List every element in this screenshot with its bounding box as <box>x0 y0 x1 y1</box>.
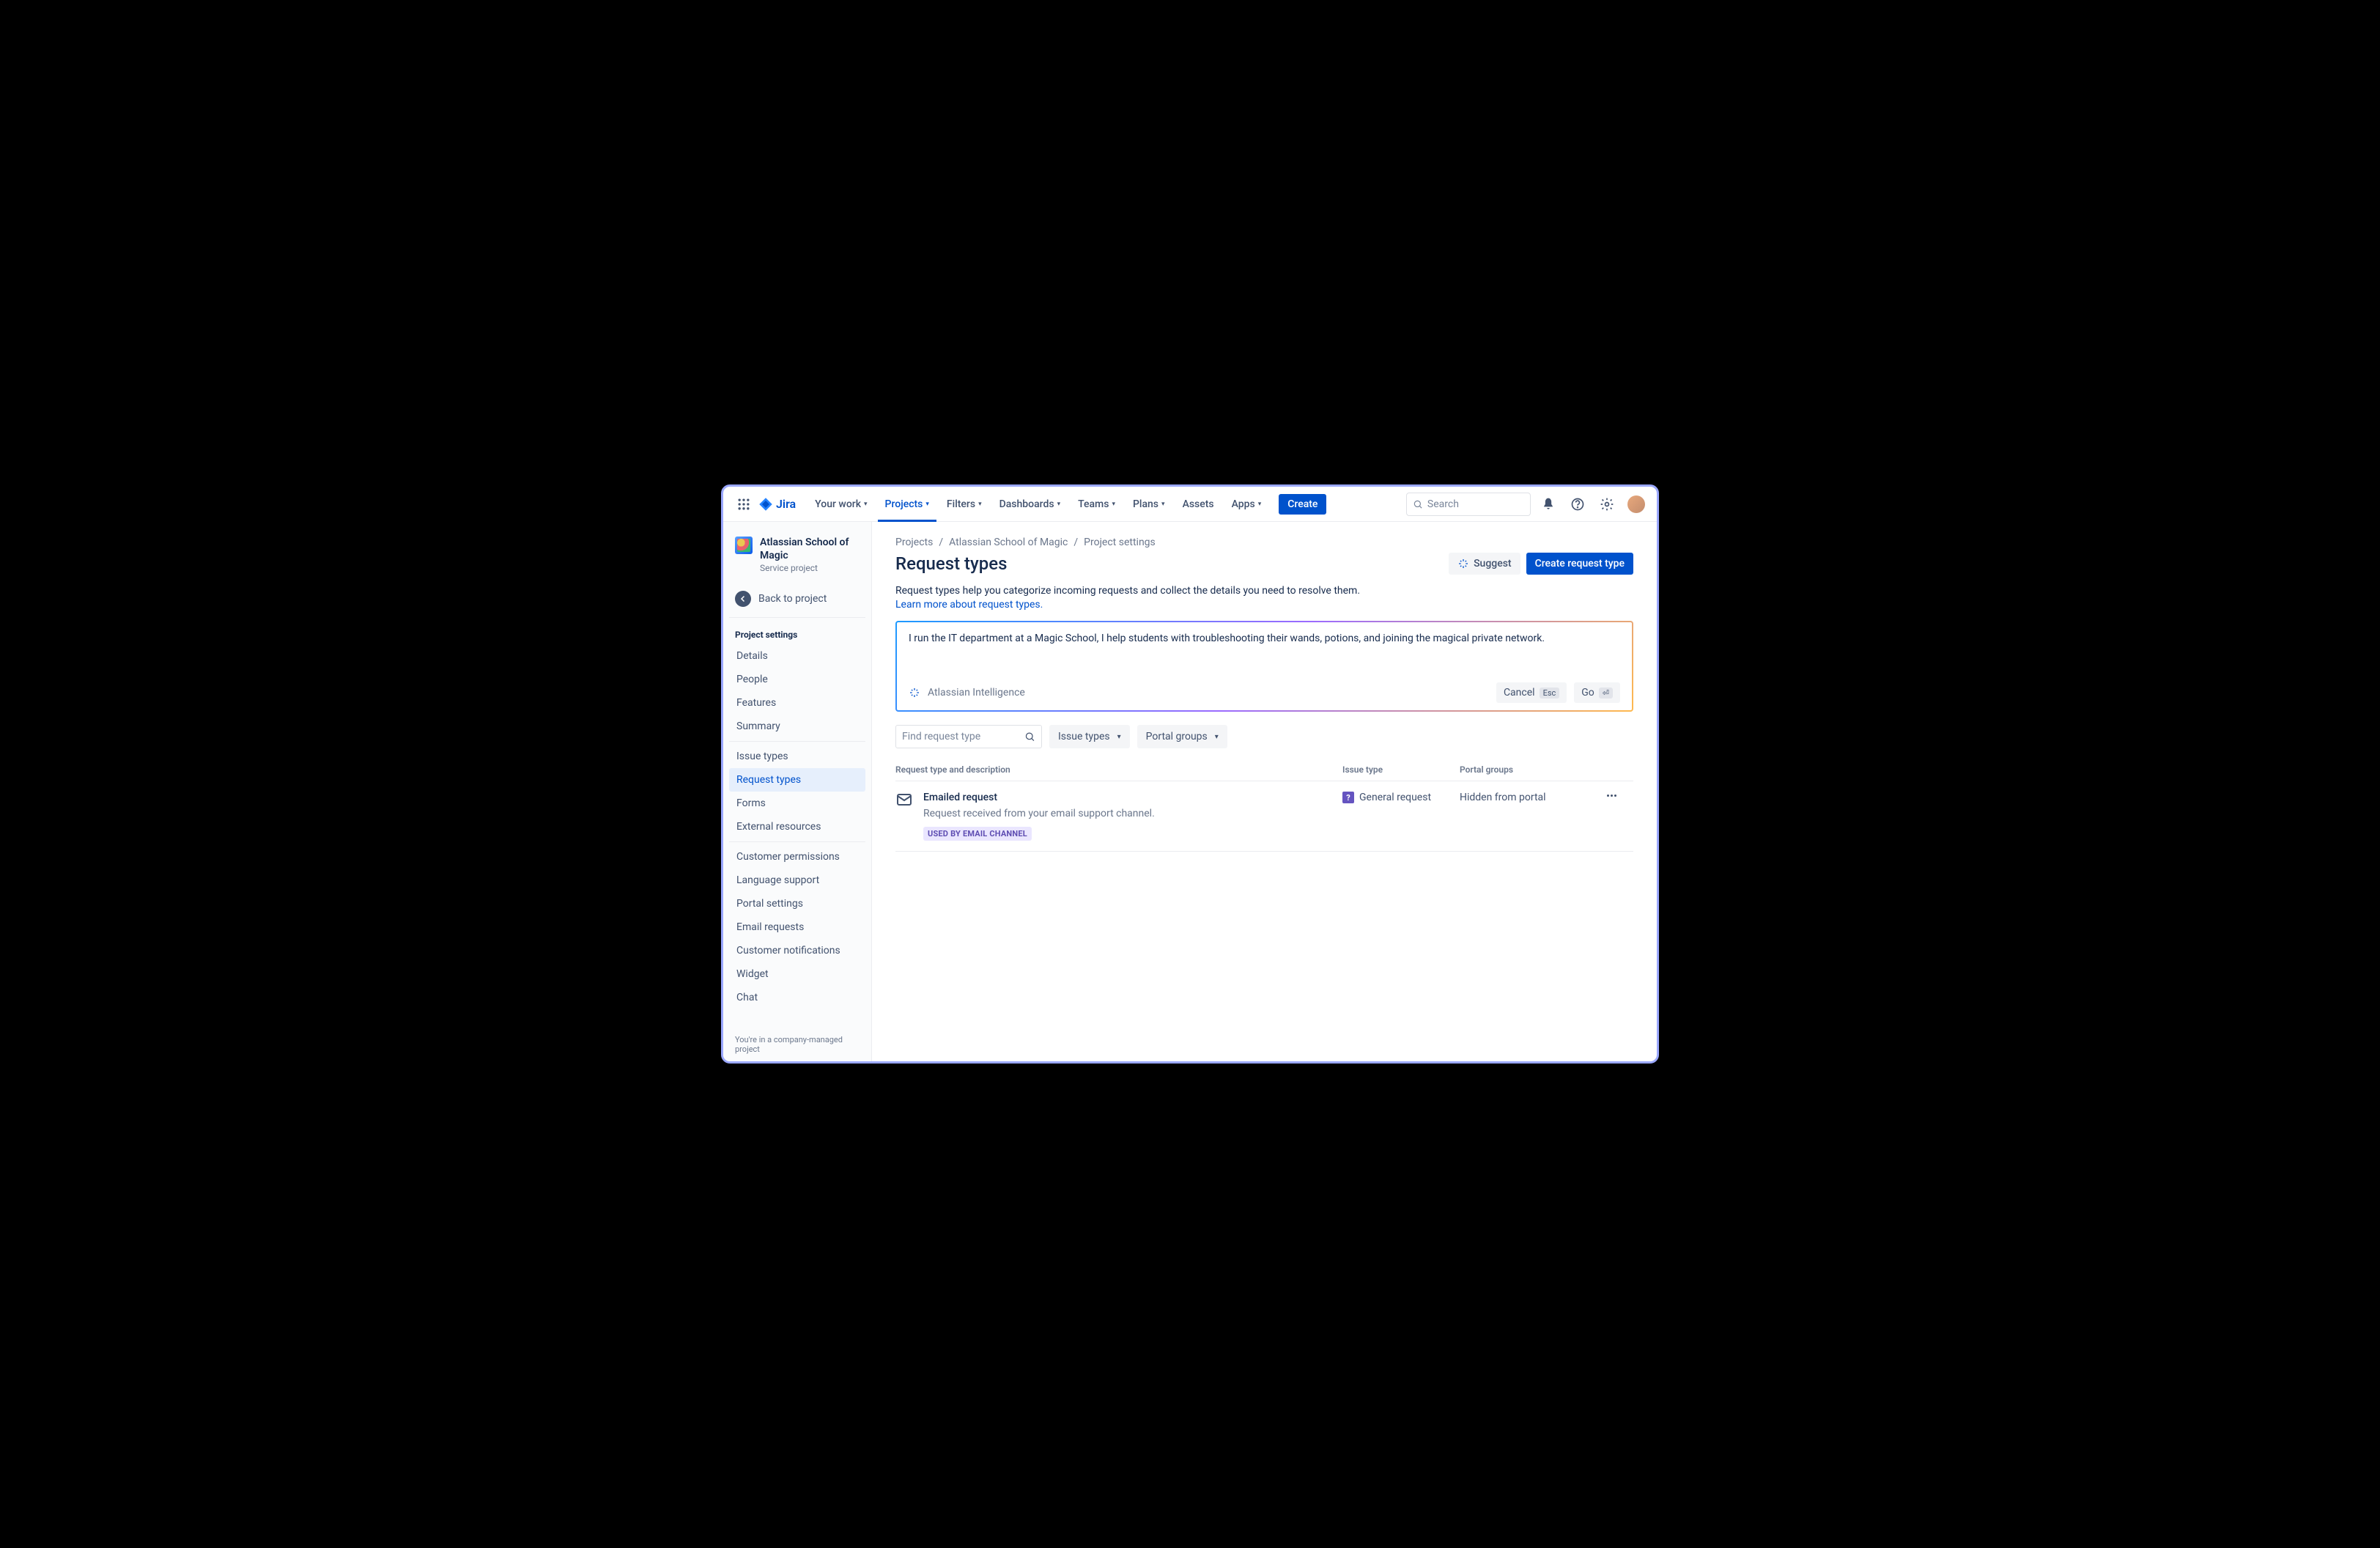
table-row[interactable]: Emailed request Request received from yo… <box>895 781 1633 852</box>
ai-sparkle-icon <box>909 687 920 699</box>
brand-text: Jira <box>776 497 796 511</box>
sidebar-item-external-resources[interactable]: External resources <box>729 815 865 838</box>
sidebar-item-chat[interactable]: Chat <box>729 986 865 1009</box>
crumb-projects[interactable]: Projects <box>895 537 933 548</box>
sidebar-item-request-types[interactable]: Request types <box>729 768 865 792</box>
suggest-button[interactable]: Suggest <box>1449 553 1520 575</box>
settings-icon[interactable] <box>1595 493 1619 516</box>
search-input[interactable] <box>1427 498 1524 510</box>
sidebar-item-widget[interactable]: Widget <box>729 962 865 986</box>
create-button[interactable]: Create <box>1279 494 1326 515</box>
project-subtitle: Service project <box>760 563 860 573</box>
nav-teams[interactable]: Teams▾ <box>1071 487 1123 522</box>
user-avatar[interactable] <box>1627 495 1645 513</box>
email-icon <box>895 791 913 808</box>
sidebar-item-details[interactable]: Details <box>729 644 865 668</box>
global-search[interactable] <box>1406 493 1531 516</box>
main-content: Projects / Atlassian School of Magic / P… <box>872 522 1657 1061</box>
ai-go-button[interactable]: Go⏎ <box>1574 682 1620 703</box>
search-icon <box>1024 731 1035 742</box>
project-icon <box>735 537 753 554</box>
th-portal-groups: Portal groups <box>1460 764 1604 775</box>
jira-logo[interactable]: Jira <box>758 497 796 512</box>
page-description: Request types help you categorize incomi… <box>895 585 1633 597</box>
portal-group-value: Hidden from portal <box>1460 792 1604 803</box>
th-issue-type: Issue type <box>1342 764 1460 775</box>
project-header[interactable]: Atlassian School of Magic Service projec… <box>729 534 865 579</box>
sidebar-item-people[interactable]: People <box>729 668 865 691</box>
notifications-icon[interactable] <box>1537 493 1560 516</box>
top-nav: Jira Your work▾ Projects▾ Filters▾ Dashb… <box>723 487 1657 522</box>
sidebar-item-language-support[interactable]: Language support <box>729 869 865 892</box>
back-to-project[interactable]: Back to project <box>729 583 865 614</box>
sidebar: Atlassian School of Magic Service projec… <box>723 522 872 1061</box>
nav-your-work[interactable]: Your work▾ <box>808 487 874 522</box>
sidebar-item-email-requests[interactable]: Email requests <box>729 915 865 939</box>
find-request-type-input[interactable] <box>895 725 1042 748</box>
sidebar-item-features[interactable]: Features <box>729 691 865 715</box>
ai-cancel-button[interactable]: CancelEsc <box>1496 682 1567 703</box>
nav-apps[interactable]: Apps▾ <box>1224 487 1269 522</box>
email-channel-badge: USED BY EMAIL CHANNEL <box>923 827 1032 841</box>
row-more-button[interactable] <box>1604 792 1633 800</box>
filter-portal-groups[interactable]: Portal groups▾ <box>1137 725 1227 748</box>
sparkle-icon <box>1457 558 1469 570</box>
sidebar-item-customer-permissions[interactable]: Customer permissions <box>729 845 865 869</box>
sidebar-section-title: Project settings <box>729 621 865 644</box>
project-title: Atlassian School of Magic <box>760 537 860 562</box>
ai-label: Atlassian Intelligence <box>928 687 1025 699</box>
filter-issue-types[interactable]: Issue types▾ <box>1049 725 1130 748</box>
create-request-type-button[interactable]: Create request type <box>1526 553 1633 575</box>
sidebar-item-forms[interactable]: Forms <box>729 792 865 815</box>
jira-icon <box>758 497 773 512</box>
sidebar-item-customer-notifications[interactable]: Customer notifications <box>729 939 865 962</box>
learn-more-link[interactable]: Learn more about request types. <box>895 599 1043 611</box>
app-switcher-icon[interactable] <box>735 495 753 513</box>
search-icon <box>1413 498 1423 510</box>
page-title: Request types <box>895 553 1449 574</box>
window-resize-handle[interactable] <box>1657 767 1658 781</box>
breadcrumb: Projects / Atlassian School of Magic / P… <box>895 537 1633 548</box>
table-header: Request type and description Issue type … <box>895 764 1633 781</box>
issue-type-label: General request <box>1359 792 1431 803</box>
crumb-project-name[interactable]: Atlassian School of Magic <box>949 537 1068 548</box>
sidebar-footer: You're in a company-managed project <box>729 1028 865 1061</box>
ai-prompt-text[interactable]: I run the IT department at a Magic Schoo… <box>909 631 1620 677</box>
sidebar-item-portal-settings[interactable]: Portal settings <box>729 892 865 915</box>
request-description: Request received from your email support… <box>923 808 1155 819</box>
crumb-project-settings[interactable]: Project settings <box>1084 537 1156 548</box>
nav-dashboards[interactable]: Dashboards▾ <box>992 487 1068 522</box>
help-icon[interactable] <box>1566 493 1589 516</box>
th-request-type: Request type and description <box>895 764 1342 775</box>
nav-plans[interactable]: Plans▾ <box>1126 487 1172 522</box>
issue-type-icon: ? <box>1342 792 1354 803</box>
nav-projects[interactable]: Projects▾ <box>878 487 936 522</box>
sidebar-item-summary[interactable]: Summary <box>729 715 865 738</box>
nav-assets[interactable]: Assets <box>1175 487 1222 522</box>
sidebar-item-issue-types[interactable]: Issue types <box>729 745 865 768</box>
request-title: Emailed request <box>923 792 1155 803</box>
nav-filters[interactable]: Filters▾ <box>939 487 989 522</box>
ai-prompt-box: I run the IT department at a Magic Schoo… <box>895 621 1633 712</box>
back-arrow-icon <box>735 591 751 607</box>
